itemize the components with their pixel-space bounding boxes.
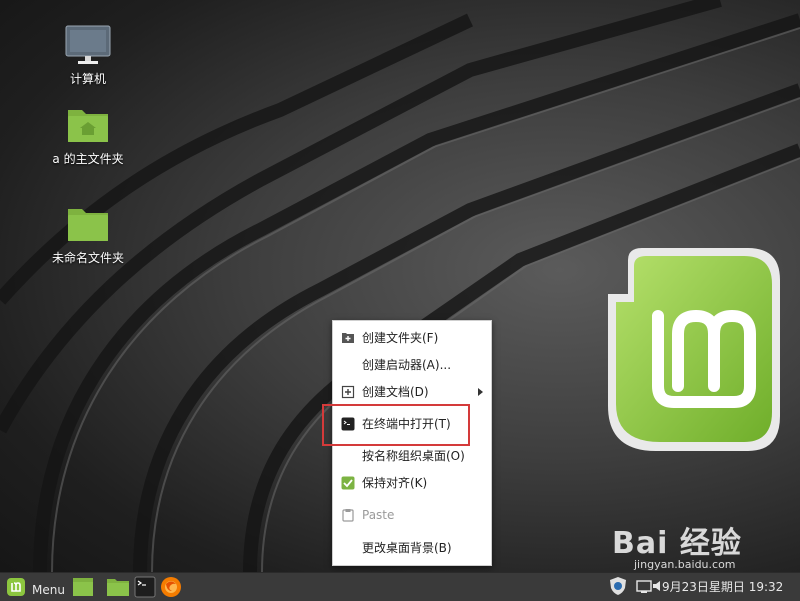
watermark-brand: Bai 经验 [612,526,742,561]
desktop-icon-untitled-folder[interactable]: 未命名文件夹 [40,205,136,266]
menu-item-create-document[interactable]: 创建文档(D) [333,380,491,404]
launcher-terminal[interactable] [134,576,156,598]
desktop-icon-label: 未命名文件夹 [51,251,124,265]
add-document-icon [341,385,355,399]
menu-item-label: 按名称组织桌面(O) [362,449,465,463]
menu-item-keep-aligned[interactable]: 保持对齐(K) [333,471,491,495]
start-menu-button[interactable]: Menu [4,576,68,598]
menu-item-paste: Paste [333,503,491,527]
linux-mint-logo [608,248,780,451]
clipboard-icon [342,509,354,522]
baidu-jingyan-watermark: Bai 经验 jingyan.baidu.com [612,518,798,576]
files-icon [73,578,93,596]
shield-icon [610,577,626,595]
desktop-icon-label: a 的主文件夹 [52,152,124,166]
terminal-icon [134,576,156,598]
checkbox-checked-icon [341,476,355,490]
display-icon [636,580,652,593]
launcher-files[interactable] [72,576,94,598]
menu-item-create-launcher[interactable]: 创建启动器(A)... [333,353,491,377]
mint-menu-icon [7,578,25,596]
home-folder-icon [68,110,108,142]
menu-item-label: 创建文档(D) [362,385,429,399]
menu-item-label: 创建文件夹(F) [362,331,439,345]
menu-label: Menu [32,583,65,597]
new-folder-icon [342,333,354,343]
folder-icon [68,209,108,241]
menu-item-label: 保持对齐(K) [362,476,428,490]
taskbar-panel: Menu 9月23日星期日 19:32 [0,572,800,601]
highlight-annotation-box [322,404,470,446]
home-folder-icon [107,579,129,596]
computer-icon [65,25,111,64]
menu-item-change-background[interactable]: 更改桌面背景(B) [333,536,491,560]
panel-clock[interactable]: 9月23日星期日 19:32 [662,578,783,596]
launcher-home-folder[interactable] [106,576,130,598]
submenu-arrow-icon [478,388,483,396]
menu-item-label: Paste [362,508,395,522]
desktop-icon-computer[interactable]: 计算机 [40,24,136,87]
menu-item-create-folder[interactable]: 创建文件夹(F) [333,326,491,350]
firefox-icon [161,577,181,597]
desktop-icon-home-folder[interactable]: a 的主文件夹 [40,106,136,167]
tray-display[interactable] [636,576,652,598]
menu-item-label: 更改桌面背景(B) [362,541,452,555]
tray-shield[interactable] [609,576,627,598]
launcher-firefox[interactable] [160,576,182,598]
menu-item-organize-by-name[interactable]: 按名称组织桌面(O) [333,444,491,468]
watermark-url: jingyan.baidu.com [634,558,736,571]
desktop-icon-label: 计算机 [69,72,106,86]
menu-item-label: 创建启动器(A)... [362,358,452,372]
